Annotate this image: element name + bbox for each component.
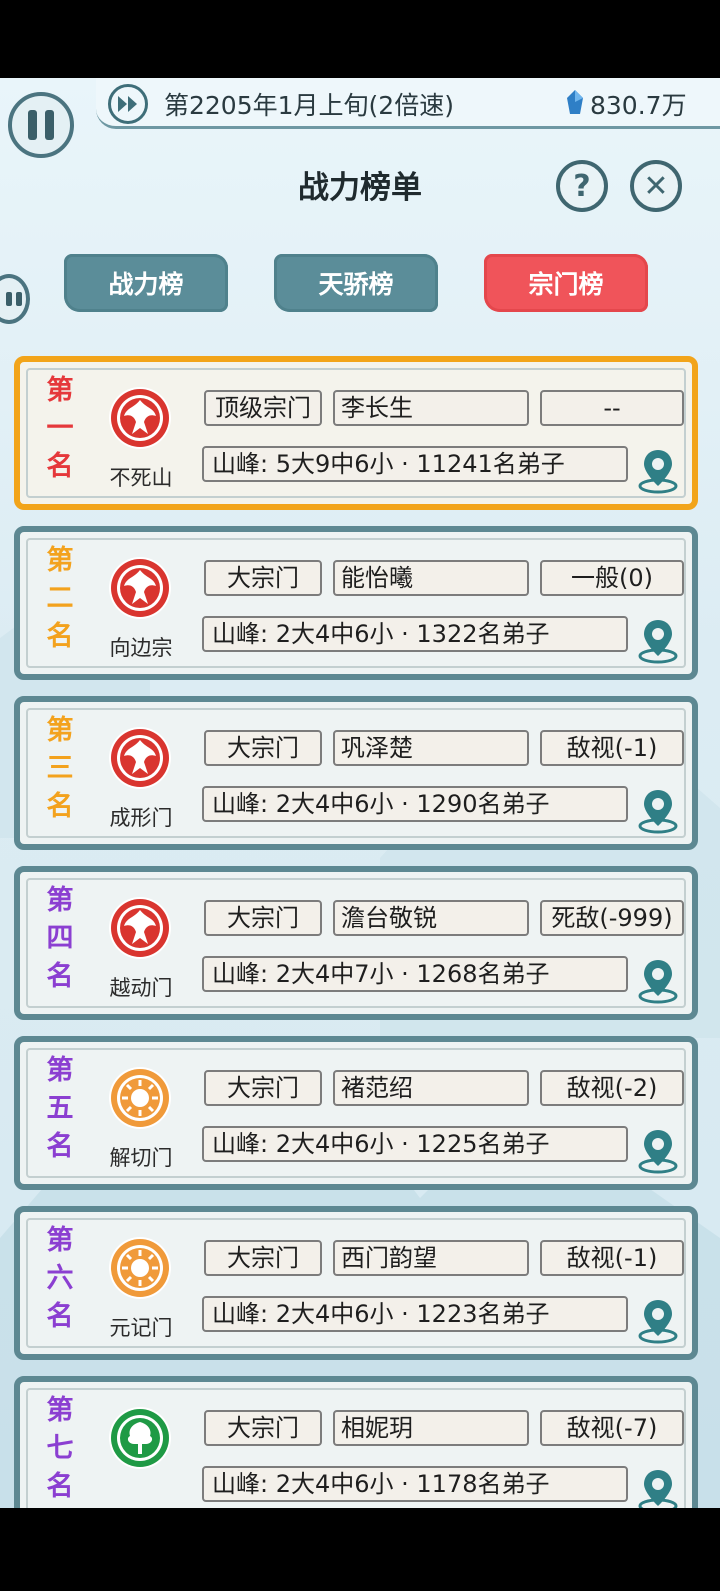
location-pin-icon[interactable]: [636, 446, 680, 494]
rank-label: 第六名: [46, 1225, 74, 1332]
sect-card[interactable]: 第一名不死山 顶级宗门 李长生 -- 山峰: 5大9中6小 · 11241名弟子: [14, 356, 698, 510]
sect-name: 向边宗: [109, 636, 173, 660]
sect-type: 大宗门: [204, 900, 322, 936]
sect-name: 不死山: [109, 466, 173, 490]
location-pin-icon[interactable]: [636, 1296, 680, 1344]
sect-leader: 能怡曦: [333, 560, 529, 596]
close-button[interactable]: ✕: [630, 160, 682, 212]
sun-icon: [108, 1066, 172, 1130]
sect-type: 大宗门: [204, 1410, 322, 1446]
sect-relation: 死敌(-999): [540, 900, 684, 936]
side-menu-handle[interactable]: [0, 274, 30, 324]
sect-type: 顶级宗门: [204, 390, 322, 426]
sect-leader: 相妮玥: [333, 1410, 529, 1446]
fast-forward-icon: [118, 96, 137, 112]
sect-leader: 澹台敬锐: [333, 900, 529, 936]
sect-card[interactable]: 第六名元记门 大宗门 西门韵望 敌视(-1) 山峰: 2大4中6小 · 1223名弟子: [14, 1206, 698, 1360]
location-pin-icon[interactable]: [636, 1126, 680, 1174]
sect-info: 山峰: 2大4中6小 · 1178名弟子: [202, 1466, 628, 1502]
sect-leader: 褚范绍: [333, 1070, 529, 1106]
tab-genius-ranking[interactable]: 天骄榜: [274, 254, 438, 312]
location-pin-icon[interactable]: [636, 1466, 680, 1508]
sect-leader: 巩泽楚: [333, 730, 529, 766]
tab-power-ranking[interactable]: 战力榜: [64, 254, 228, 312]
sect-relation: --: [540, 390, 684, 426]
sect-relation: 敌视(-1): [540, 730, 684, 766]
sect-card[interactable]: 第七名 大宗门 相妮玥 敌视(-7) 山峰: 2大4中6小 · 1178名弟子: [14, 1376, 698, 1508]
sect-leader: 李长生: [333, 390, 529, 426]
tab-sect-ranking[interactable]: 宗门榜: [484, 254, 648, 312]
spirit-stone-icon: [567, 90, 583, 114]
spirit-stone-amount: 830.7万: [590, 91, 687, 120]
sect-info: 山峰: 2大4中6小 · 1223名弟子: [202, 1296, 628, 1332]
location-pin-icon[interactable]: [636, 616, 680, 664]
location-pin-icon[interactable]: [636, 786, 680, 834]
phoenix-icon: [108, 386, 172, 450]
sect-name: 越动门: [109, 976, 173, 1000]
sect-type: 大宗门: [204, 1070, 322, 1106]
game-date: 第2205年1月上旬(2倍速): [164, 91, 454, 120]
rank-label: 第七名: [46, 1395, 74, 1502]
phoenix-icon: [108, 726, 172, 790]
sect-relation: 敌视(-2): [540, 1070, 684, 1106]
rank-label: 第二名: [46, 545, 74, 652]
phoenix-icon: [108, 896, 172, 960]
sect-info: 山峰: 2大4中6小 · 1225名弟子: [202, 1126, 628, 1162]
sect-relation: 敌视(-7): [540, 1410, 684, 1446]
question-icon: ?: [573, 168, 591, 204]
sect-info: 山峰: 2大4中6小 · 1290名弟子: [202, 786, 628, 822]
sun-icon: [108, 1236, 172, 1300]
sect-card[interactable]: 第四名越动门 大宗门 澹台敬锐 死敌(-999) 山峰: 2大4中7小 · 1268名弟…: [14, 866, 698, 1020]
sect-type: 大宗门: [204, 730, 322, 766]
sect-name: 元记门: [109, 1316, 173, 1340]
location-pin-icon[interactable]: [636, 956, 680, 1004]
sect-name: 成形门: [109, 806, 173, 830]
phoenix-icon: [108, 556, 172, 620]
rank-label: 第一名: [46, 375, 74, 482]
sect-name: 解切门: [109, 1146, 173, 1170]
sect-type: 大宗门: [204, 560, 322, 596]
rank-label: 第四名: [46, 885, 74, 992]
rank-label: 第五名: [46, 1055, 74, 1162]
page-title: 战力榜单: [298, 170, 422, 206]
sect-relation: 一般(0): [540, 560, 684, 596]
fast-forward-button[interactable]: [108, 84, 148, 124]
close-icon: ✕: [643, 168, 669, 204]
pause-icon: [28, 110, 37, 140]
sect-info: 山峰: 5大9中6小 · 11241名弟子: [202, 446, 628, 482]
sect-card[interactable]: 第二名向边宗 大宗门 能怡曦 一般(0) 山峰: 2大4中6小 · 1322名弟子: [14, 526, 698, 680]
sect-type: 大宗门: [204, 1240, 322, 1276]
game-screen: 第2205年1月上旬(2倍速) 830.7万 战力榜单 ? ✕ 战力榜 天骄榜 …: [0, 78, 720, 1508]
pause-button[interactable]: [8, 92, 74, 158]
help-button[interactable]: ?: [556, 160, 608, 212]
tree-icon: [108, 1406, 172, 1470]
sect-info: 山峰: 2大4中7小 · 1268名弟子: [202, 956, 628, 992]
rank-label: 第三名: [46, 715, 74, 822]
sect-card[interactable]: 第三名成形门 大宗门 巩泽楚 敌视(-1) 山峰: 2大4中6小 · 1290名弟子: [14, 696, 698, 850]
sect-relation: 敌视(-1): [540, 1240, 684, 1276]
sect-card[interactable]: 第五名解切门 大宗门 褚范绍 敌视(-2) 山峰: 2大4中6小 · 1225名弟子: [14, 1036, 698, 1190]
sect-info: 山峰: 2大4中6小 · 1322名弟子: [202, 616, 628, 652]
sect-leader: 西门韵望: [333, 1240, 529, 1276]
